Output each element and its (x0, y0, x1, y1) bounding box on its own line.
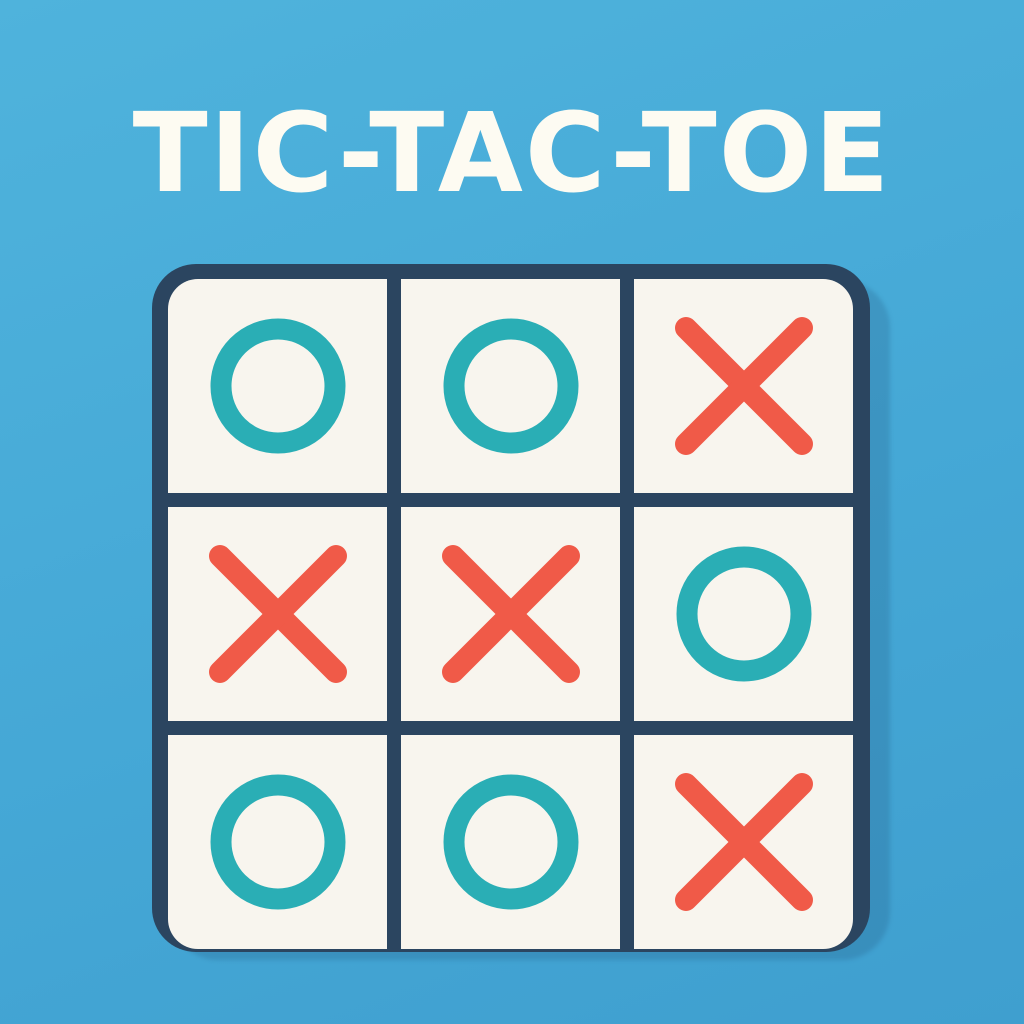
o-mark-icon (210, 774, 345, 910)
board-cell-r2-c3[interactable] (634, 507, 853, 721)
board-cell-r2-c1[interactable] (168, 507, 387, 721)
board-cell-r1-c1[interactable] (168, 279, 387, 493)
game-board (152, 264, 870, 952)
board-cell-r3-c3[interactable] (634, 735, 853, 949)
x-mark-icon (208, 545, 347, 683)
board-cell-r3-c1[interactable] (168, 735, 387, 949)
board-cell-r1-c2[interactable] (401, 279, 620, 493)
board-cell-r2-c2[interactable] (401, 507, 620, 721)
board-cell-r3-c2[interactable] (401, 735, 620, 949)
x-mark-icon (674, 317, 813, 455)
x-mark-icon (441, 545, 580, 683)
x-mark-icon (674, 773, 813, 911)
o-mark-icon (210, 318, 345, 454)
o-mark-icon (443, 318, 578, 454)
game-title: TIC-TAC-TOE (132, 89, 892, 217)
o-mark-icon (676, 546, 811, 682)
o-mark-icon (443, 774, 578, 910)
board-cell-r1-c3[interactable] (634, 279, 853, 493)
